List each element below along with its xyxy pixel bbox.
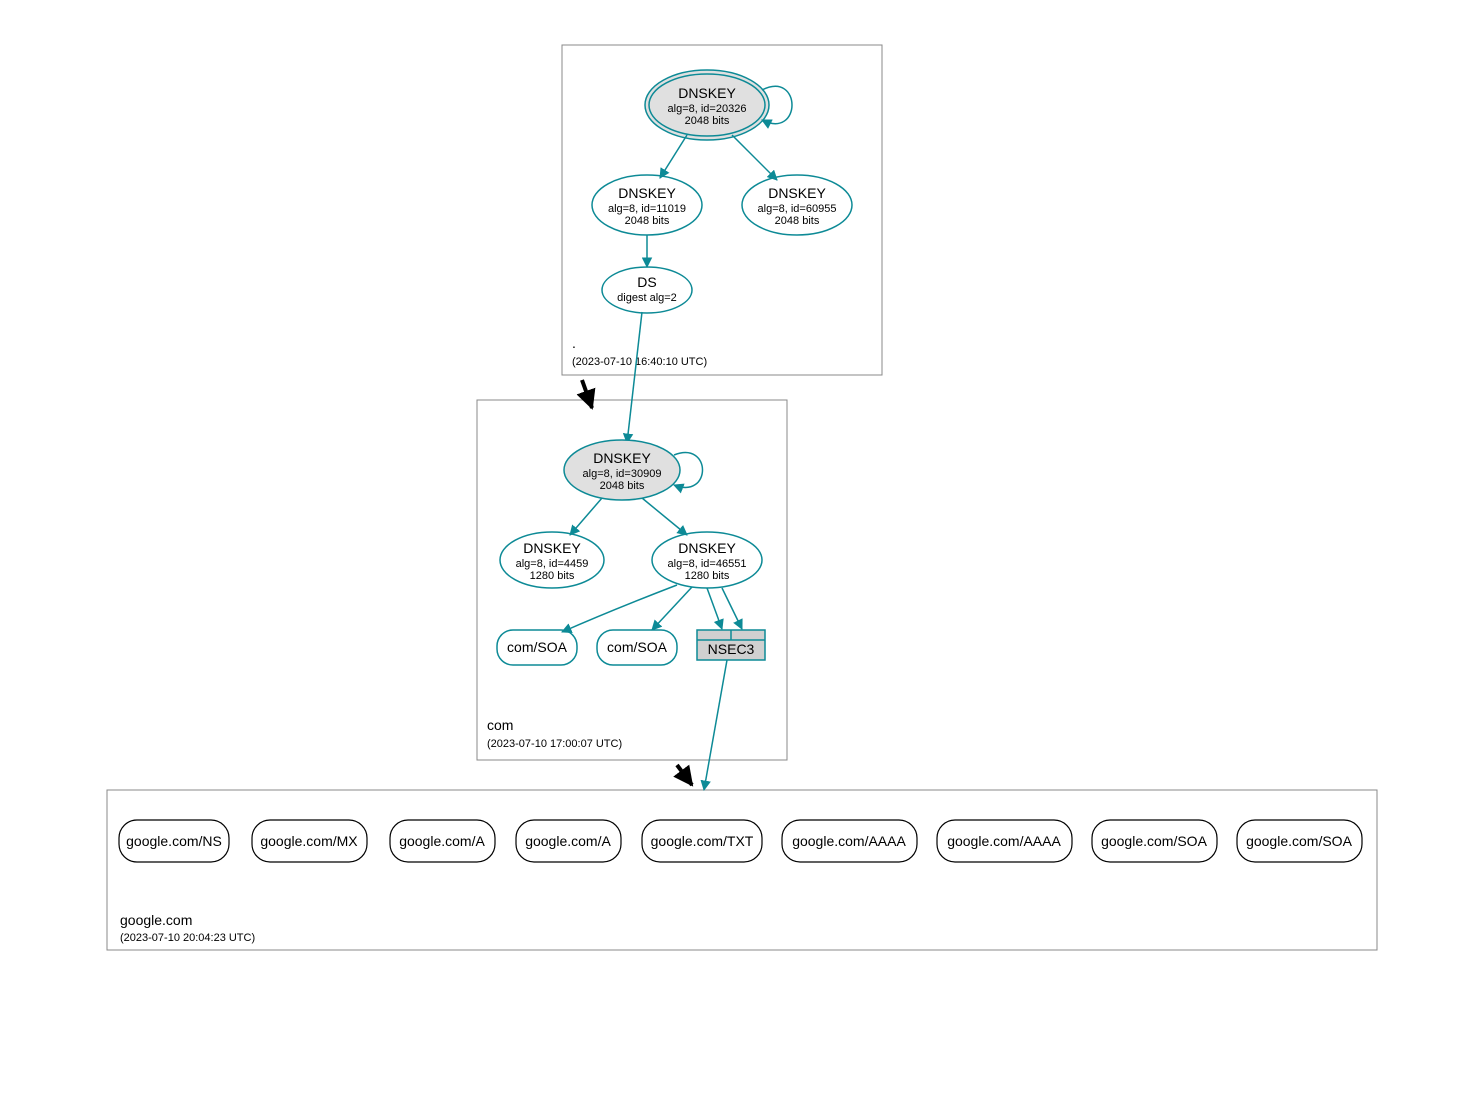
svg-text:google.com/SOA: google.com/SOA — [1101, 833, 1207, 849]
svg-text:DNSKEY: DNSKEY — [618, 185, 676, 201]
svg-text:alg=8, id=30909: alg=8, id=30909 — [583, 468, 662, 480]
node-com-soa1: com/SOA — [497, 630, 577, 665]
node-google-ns: google.com/NS — [119, 820, 229, 862]
svg-text:2048 bits: 2048 bits — [775, 215, 820, 227]
edge-ds-to-comksk — [627, 312, 642, 443]
svg-text:com/SOA: com/SOA — [507, 639, 568, 655]
edge-nsec3-to-google — [704, 660, 727, 790]
edge-cksk-czsk2 — [642, 498, 687, 535]
svg-text:DNSKEY: DNSKEY — [678, 540, 736, 556]
zone-com-label: com — [487, 717, 513, 733]
edge-czsk2-nsec3a — [707, 588, 722, 629]
svg-text:DNSKEY: DNSKEY — [523, 540, 581, 556]
svg-text:alg=8, id=11019: alg=8, id=11019 — [608, 203, 686, 215]
svg-text:alg=8, id=4459: alg=8, id=4459 — [516, 558, 589, 570]
svg-text:2048 bits: 2048 bits — [625, 215, 670, 227]
svg-text:com/SOA: com/SOA — [607, 639, 668, 655]
svg-text:DNSKEY: DNSKEY — [593, 450, 651, 466]
dnssec-diagram: . (2023-07-10 16:40:10 UTC) DNSKEY alg=8… — [92, 20, 1392, 980]
svg-text:alg=8, id=46551: alg=8, id=46551 — [668, 558, 747, 570]
zone-root-timestamp: (2023-07-10 16:40:10 UTC) — [572, 356, 707, 368]
node-root-zsk2: DNSKEY alg=8, id=60955 2048 bits — [742, 175, 852, 235]
node-google-a1: google.com/A — [390, 820, 495, 862]
svg-text:NSEC3: NSEC3 — [708, 641, 755, 657]
svg-text:google.com/A: google.com/A — [399, 833, 485, 849]
node-google-a2: google.com/A — [516, 820, 621, 862]
svg-text:alg=8, id=60955: alg=8, id=60955 — [758, 203, 837, 215]
svg-text:google.com/SOA: google.com/SOA — [1246, 833, 1352, 849]
svg-text:google.com/AAAA: google.com/AAAA — [792, 833, 906, 849]
svg-text:google.com/NS: google.com/NS — [126, 833, 222, 849]
node-google-txt: google.com/TXT — [642, 820, 762, 862]
edge-com-to-google — [677, 765, 692, 785]
edge-czsk2-nsec3b — [722, 588, 742, 629]
node-com-ksk: DNSKEY alg=8, id=30909 2048 bits — [564, 440, 680, 500]
node-com-nsec3: NSEC3 — [697, 630, 765, 660]
edge-czsk2-soa2 — [652, 587, 692, 630]
node-google-aaaa1: google.com/AAAA — [782, 820, 917, 862]
node-google-mx: google.com/MX — [252, 820, 367, 862]
node-com-zsk2: DNSKEY alg=8, id=46551 1280 bits — [652, 532, 762, 588]
svg-text:2048 bits: 2048 bits — [600, 480, 645, 492]
zone-com-timestamp: (2023-07-10 17:00:07 UTC) — [487, 738, 622, 750]
node-google-soa1: google.com/SOA — [1092, 820, 1217, 862]
node-com-soa2: com/SOA — [597, 630, 677, 665]
edge-root-to-com — [582, 380, 592, 408]
node-root-ds: DS digest alg=2 — [602, 267, 692, 313]
svg-text:google.com/AAAA: google.com/AAAA — [947, 833, 1061, 849]
node-root-zsk1: DNSKEY alg=8, id=11019 2048 bits — [592, 175, 702, 235]
edge-cksk-czsk1 — [570, 498, 602, 535]
svg-text:google.com/A: google.com/A — [525, 833, 611, 849]
svg-text:DS: DS — [637, 274, 656, 290]
svg-text:digest alg=2: digest alg=2 — [617, 292, 677, 304]
edge-rksk-rzsk1 — [660, 135, 687, 178]
svg-text:DNSKEY: DNSKEY — [768, 185, 826, 201]
svg-text:google.com/TXT: google.com/TXT — [651, 833, 754, 849]
svg-text:alg=8, id=20326: alg=8, id=20326 — [668, 103, 747, 115]
svg-text:DNSKEY: DNSKEY — [678, 85, 736, 101]
svg-text:1280 bits: 1280 bits — [530, 570, 575, 582]
zone-google-label: google.com — [120, 912, 192, 928]
node-google-soa2: google.com/SOA — [1237, 820, 1362, 862]
svg-text:1280 bits: 1280 bits — [685, 570, 730, 582]
zone-root-label: . — [572, 335, 576, 351]
node-google-aaaa2: google.com/AAAA — [937, 820, 1072, 862]
edge-rksk-rzsk2 — [732, 135, 777, 180]
node-root-ksk: DNSKEY alg=8, id=20326 2048 bits — [645, 70, 769, 140]
zone-google-box — [107, 790, 1377, 950]
zone-google-timestamp: (2023-07-10 20:04:23 UTC) — [120, 932, 255, 944]
node-com-zsk1: DNSKEY alg=8, id=4459 1280 bits — [500, 532, 604, 588]
svg-text:google.com/MX: google.com/MX — [260, 833, 358, 849]
svg-text:2048 bits: 2048 bits — [685, 115, 730, 127]
edge-czsk2-soa1 — [562, 585, 677, 632]
